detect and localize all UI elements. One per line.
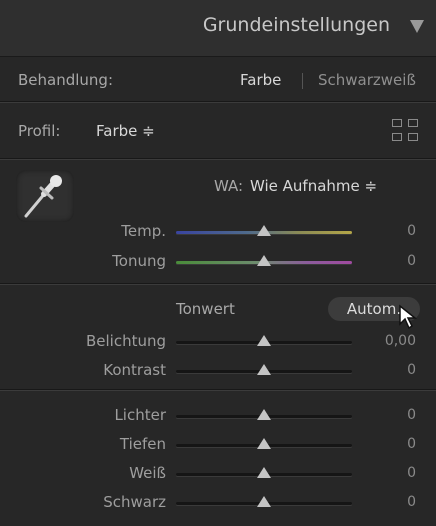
slider-value[interactable]: 0 [407,436,416,452]
slider-label: Temp. [121,222,166,240]
treatment-bw-option[interactable]: Schwarzweiß [318,71,416,89]
slider-knob[interactable] [257,409,271,420]
slider-knob[interactable] [257,335,271,346]
profile-select[interactable]: Farbe ≑ [96,122,155,140]
slider-knob[interactable] [257,255,271,266]
slider-label: Schwarz [103,493,166,511]
slider-label: Tiefen [119,435,166,453]
panel-title: Grundeinstellungen [202,14,390,36]
profile-label: Profil: [18,122,61,140]
eyedropper-icon [24,175,62,218]
mouse-pointer-icon [399,304,418,330]
slider-value[interactable]: 0 [407,407,416,423]
treatment-divider [302,73,303,89]
slider-knob[interactable] [257,225,271,236]
slider-value[interactable]: 0 [407,223,416,239]
slider-value[interactable]: 0 [407,465,416,481]
divider [0,284,436,285]
panel-header[interactable]: Grundeinstellungen [0,0,436,57]
treatment-color-option[interactable]: Farbe [240,71,281,89]
slider-knob[interactable] [257,364,271,375]
wb-select[interactable]: Wie Aufnahme ≑ [250,177,377,195]
slider-value[interactable]: 0 [407,494,416,510]
slider-label: Belichtung [85,332,166,350]
tone-label: Tonwert [176,300,235,318]
wb-eyedropper-button[interactable] [16,170,74,222]
wb-label: WA: [214,177,244,195]
slider-value[interactable]: 0 [407,362,416,378]
basic-panel: Grundeinstellungen Behandlung: Farbe Sch… [0,0,436,526]
slider-label: Lichter [114,406,166,424]
divider [0,390,436,391]
divider [0,159,436,160]
slider-knob[interactable] [257,467,271,478]
slider-label: Tonung [112,252,166,270]
slider-knob[interactable] [257,438,271,449]
profile-browser-icon[interactable] [392,119,420,143]
slider-value[interactable]: 0,00 [385,333,416,349]
divider [0,102,436,103]
collapse-triangle-icon[interactable] [410,20,424,33]
slider-value[interactable]: 0 [407,253,416,269]
slider-label: Weiß [129,464,166,482]
treatment-label: Behandlung: [18,71,114,89]
slider-label: Kontrast [103,361,166,379]
slider-knob[interactable] [257,496,271,507]
